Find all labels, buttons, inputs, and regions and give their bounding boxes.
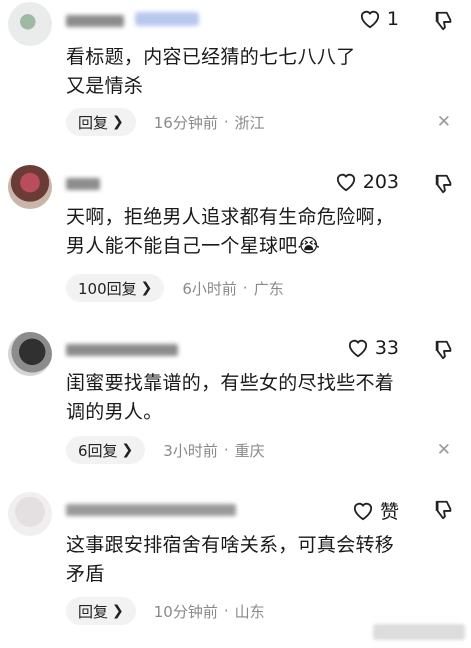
reply-button[interactable]: 100回复 ❯ xyxy=(66,274,165,302)
comment-meta: 回复 ❯ 16分钟前 · 浙江 xyxy=(66,108,265,136)
comment-time: 3小时前 xyxy=(163,441,218,460)
separator-dot: · xyxy=(223,602,229,620)
avatar[interactable] xyxy=(8,165,52,209)
reply-button[interactable]: 回复 ❯ xyxy=(66,108,136,136)
comment-text: 这事跟安排宿舍有啥关系，可真会转移 矛盾 xyxy=(66,534,395,585)
avatar[interactable] xyxy=(8,332,52,376)
avatar[interactable] xyxy=(8,2,52,46)
close-icon[interactable]: ✕ xyxy=(437,440,451,460)
reply-button[interactable]: 6回复 ❯ xyxy=(66,436,146,464)
username-redacted[interactable] xyxy=(66,341,181,357)
comment-location: 重庆 xyxy=(234,441,265,460)
comment-meta: 回复 ❯ 10分钟前 · 山东 xyxy=(66,597,265,625)
chevron-right-icon: ❯ xyxy=(112,114,124,130)
reply-button[interactable]: 回复 ❯ xyxy=(66,597,136,625)
like-count: 33 xyxy=(374,337,399,359)
comment-time: 6小时前 xyxy=(182,279,237,298)
comment-location: 浙江 xyxy=(234,113,265,132)
like-button[interactable]: 1 xyxy=(359,8,399,30)
heart-outline-icon xyxy=(360,10,379,29)
like-button[interactable]: 203 xyxy=(335,171,399,193)
like-count: 1 xyxy=(386,8,399,30)
separator-dot: · xyxy=(223,113,229,131)
thumbs-down-icon xyxy=(435,11,452,31)
comment-text: 天啊，拒绝男人追求都有生命危险啊， 男人能不能自己一个星球吧😭 xyxy=(66,206,395,257)
comment-time: 16分钟前 xyxy=(153,113,218,132)
thumbs-down-icon xyxy=(435,340,452,360)
heart-outline-icon xyxy=(336,173,355,192)
avatar[interactable] xyxy=(8,492,52,536)
separator-dot: · xyxy=(242,279,248,297)
dislike-button[interactable] xyxy=(433,339,455,365)
separator-dot: · xyxy=(223,441,229,459)
heart-outline-icon xyxy=(348,339,367,358)
username-redacted[interactable] xyxy=(66,175,103,191)
heart-outline-icon xyxy=(353,502,373,520)
like-count: 203 xyxy=(362,171,399,193)
like-button[interactable]: 33 xyxy=(347,337,399,359)
comment-text: 闺蜜要找靠谱的，有些女的尽找些不着 调的男人。 xyxy=(66,372,395,423)
dislike-button[interactable] xyxy=(433,173,455,199)
comment-meta: 6回复 ❯ 3小时前 · 重庆 xyxy=(66,436,265,464)
comment-location: 广东 xyxy=(253,279,284,298)
chevron-right-icon: ❯ xyxy=(121,442,134,458)
username-redacted[interactable] xyxy=(66,12,199,28)
comment-time: 10分钟前 xyxy=(153,602,218,621)
thumbs-down-icon xyxy=(435,174,452,194)
comment-location: 山东 xyxy=(234,602,265,621)
comment-text: 看标题，内容已经猜的七七八八了 又是情杀 xyxy=(66,46,356,97)
like-count: 赞 xyxy=(379,501,399,523)
dislike-button[interactable] xyxy=(433,499,455,525)
like-button[interactable]: 赞 xyxy=(352,497,399,524)
chevron-right-icon: ❯ xyxy=(112,603,124,619)
close-icon[interactable]: ✕ xyxy=(437,112,451,132)
comment-meta: 100回复 ❯ 6小时前 · 广东 xyxy=(66,274,284,302)
username-redacted[interactable] xyxy=(66,501,239,517)
dislike-button[interactable] xyxy=(433,10,455,36)
watermark-redacted xyxy=(373,624,465,640)
thumbs-down-icon xyxy=(435,500,452,520)
chevron-right-icon: ❯ xyxy=(140,280,153,296)
